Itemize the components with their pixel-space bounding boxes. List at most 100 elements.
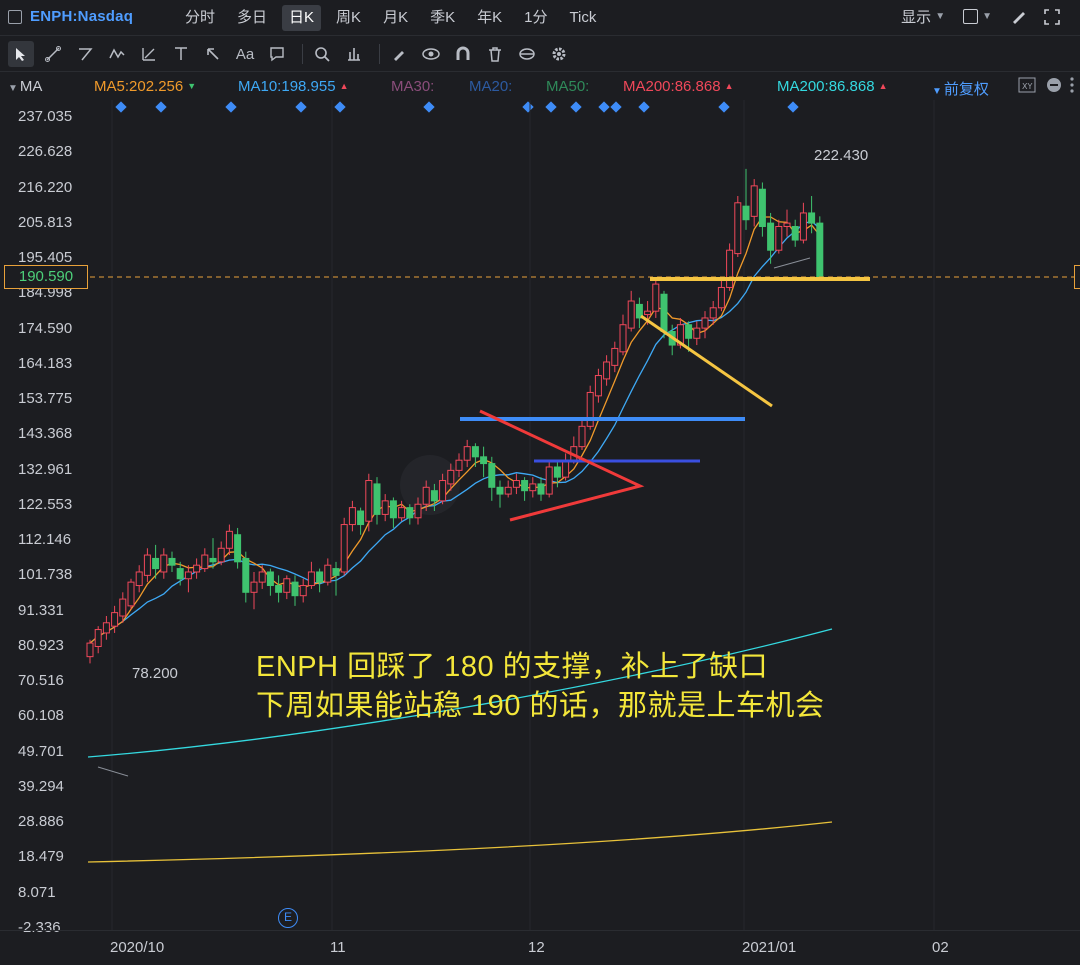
toolbar-divider [302,44,303,64]
layout-menu[interactable]: ▼ [963,9,992,24]
candle-body [217,547,225,563]
price-tick-label: 70.516 [18,672,64,689]
tab-4[interactable]: 月K [376,5,415,31]
axis-scale-icon: XY [1018,77,1036,93]
brush-button[interactable] [1010,9,1026,25]
wave-tool-icon[interactable] [104,41,130,67]
sync-icon[interactable] [514,41,540,67]
symbol-selector[interactable]: ENPH:Nasdaq [8,8,133,25]
trend-up-icon: ▲ [724,81,734,91]
candle-body [685,324,693,339]
trash-icon[interactable] [482,41,508,67]
candle-body [660,293,668,332]
eye-icon[interactable] [418,41,444,67]
polyline-tool-icon[interactable] [72,41,98,67]
ma-legend-item[interactable]: MA50: [546,78,589,95]
toolbar-divider [379,44,380,64]
earnings-badge[interactable]: E [278,908,298,928]
magnifier-icon[interactable] [309,41,335,67]
ma-legend-item[interactable]: MA200:86.868 ▲ [623,78,734,95]
measure-icon[interactable] [341,41,367,67]
candle-body [816,222,824,278]
tab-2[interactable]: 日K [282,5,322,31]
candle-body [373,483,381,515]
candle-body [603,361,611,380]
pen-icon[interactable] [386,41,412,67]
candle-body [406,507,414,519]
candle-body [693,327,701,339]
arrow-tool-icon[interactable] [200,41,226,67]
tab-3[interactable]: 周K [329,5,368,31]
candle-body [332,568,340,576]
price-tick-label: 80.923 [18,636,64,654]
collapse-button[interactable] [1046,77,1062,97]
candle-body [644,310,652,316]
candle-body [471,446,479,458]
candle-body [758,188,766,228]
tab-5[interactable]: 季K [423,5,462,31]
ma-legend-item[interactable]: MA30: [391,78,434,95]
line-tool-icon[interactable] [40,41,66,67]
tab-6[interactable]: 年K [470,5,509,31]
ma-legend-text: MA50: [546,78,590,95]
candle-body [430,490,438,502]
brush-icon [1013,11,1025,24]
candle-body [791,226,799,241]
current-price-tag: 190.590 [4,265,88,289]
price-tick-label: 174.590 [18,319,73,337]
high-callout-leader [773,257,811,269]
price-tick-label: 132.961 [18,460,73,478]
fib-tool-icon[interactable] [136,41,162,67]
candle-body [340,524,348,573]
tab-8[interactable]: Tick [562,5,603,31]
candle-body [316,571,324,583]
ma-legend-item[interactable]: MA200:86.868 ▲ [777,78,888,95]
more-button[interactable] [1068,76,1076,98]
ma-legend-item[interactable]: MA10:198.955 ▲ [238,78,349,95]
ma-legend-text: MA5:202.256 [94,78,184,95]
top-bar: ENPH:Nasdaq 分时 多日 日K 周K 月K 季K 年K 1分 Tick 显示 ▼ ▼ [0,0,1080,36]
cursor-icon[interactable] [8,41,34,67]
note-tool-icon[interactable] [264,41,290,67]
candle-body [275,585,283,593]
tab-0[interactable]: 分时 [178,5,222,31]
candle-body [496,486,504,495]
ma-legend-item[interactable]: MA20: [469,78,512,95]
candle-body [586,391,594,427]
candlestick-chart[interactable] [0,100,1080,930]
candle-body [701,317,709,329]
candle-body [709,307,717,319]
ma-legend: ▼ MA ▼ 前复权 XY MA5:202.256 ▼ MA10:198.955 ▲ MA3… [0,72,1080,100]
time-tick-label: 2021/01 [742,939,797,956]
level-tool-icon[interactable] [168,41,194,67]
gear-icon[interactable] [546,41,572,67]
price-tick-label: 226.628 [18,143,73,161]
text-tool-icon[interactable]: Aa [232,41,258,67]
price-axis: 237.035 226.628 216.220 205.813 195.405 184.9… [0,105,86,936]
candle-body [422,486,430,505]
candle-body [152,557,160,570]
candle-body [209,557,217,563]
price-tick-label: 91.331 [18,601,64,619]
axis-scale-button[interactable]: XY [1018,77,1036,97]
low-callout-leader [97,766,129,777]
candle-body [545,466,553,495]
chevron-down-icon: ▼ [932,86,942,97]
tab-1[interactable]: 多日 [230,5,274,31]
tab-7[interactable]: 1分 [517,5,554,31]
ma-legend-item[interactable]: MA5:202.256 ▼ [94,78,196,95]
magnet-icon[interactable] [450,41,476,67]
fullscreen-button[interactable] [1044,8,1060,25]
current-price-marker [1074,265,1080,289]
symbol-title[interactable]: ENPH:Nasdaq [30,8,133,25]
ma-legend-text: MA10:198.955 [238,78,336,95]
triangle-pattern-red [479,409,645,522]
ma-selector[interactable]: ▼ MA [8,78,42,95]
candle-body [266,571,274,587]
candle-body [447,469,455,485]
candle-body [480,456,488,465]
annotation-line-2: 下周如果能站稳 190 的话，那就是上车机会 [256,690,825,722]
display-menu[interactable]: 显示 ▼ [901,6,945,27]
candle-body [537,483,545,495]
adjust-menu[interactable]: ▼ 前复权 [932,78,989,99]
